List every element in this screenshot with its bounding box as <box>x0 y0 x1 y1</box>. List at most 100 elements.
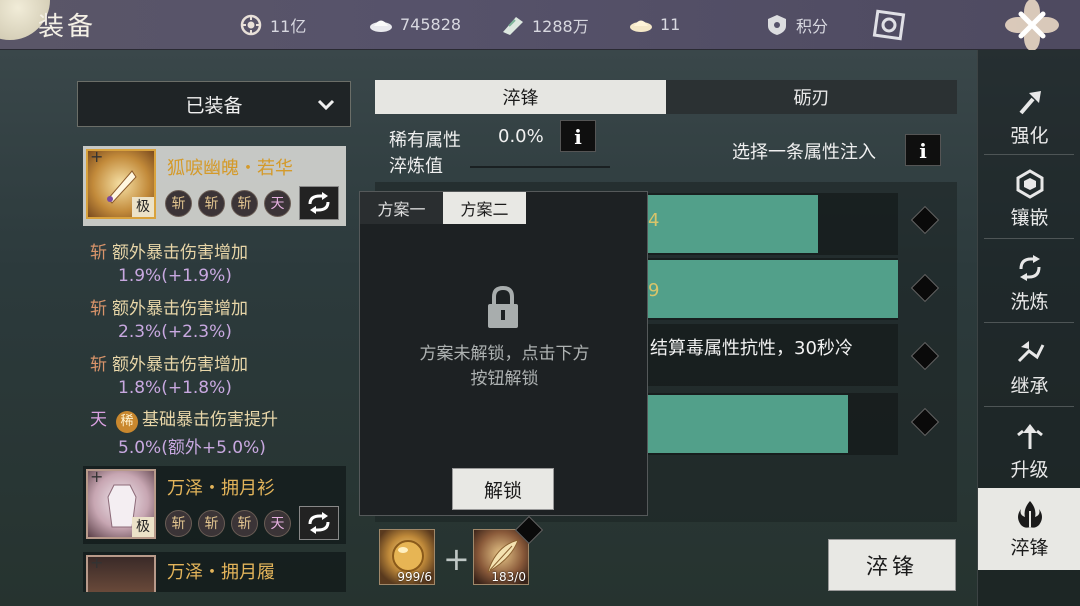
attr-bar-1 <box>648 195 818 253</box>
enhance-plus-mark: + <box>90 467 104 486</box>
badge-tian: 天 <box>264 510 291 537</box>
locked-message-line-2: 按钮解锁 <box>470 369 539 389</box>
points-button[interactable]: 积分 <box>764 13 828 37</box>
resource-silver: 745828 <box>368 13 461 35</box>
badge-zhan: 斩 <box>198 510 225 537</box>
scheme-tabs: 方案一 方案二 <box>360 192 526 224</box>
select-attr-hint: 选择一条属性注入 <box>732 142 876 163</box>
swap-button[interactable] <box>299 506 339 540</box>
equipment-filter-dropdown[interactable]: 已装备 <box>77 81 351 127</box>
stat-tag: 天 <box>90 410 107 430</box>
equipment-item[interactable]: + 万泽・拥月履 <box>83 552 346 592</box>
item-badges: 斩 斩 斩 天 <box>165 510 291 537</box>
rare-marker-icon: 稀 <box>116 411 138 433</box>
tab-scheme-1[interactable]: 方案一 <box>360 192 443 224</box>
locked-message-line-1: 方案未解锁，点击下方 <box>419 344 590 364</box>
refine-value: 0.0% <box>498 126 544 147</box>
attr-bar-4 <box>648 395 848 453</box>
chevron-down-icon <box>317 99 335 111</box>
flame-icon <box>1017 500 1042 528</box>
sidebar-divider <box>984 322 1074 323</box>
stat-value-2: 2.3%(+2.3%) <box>118 322 232 342</box>
rare-info-button[interactable]: i <box>560 120 596 152</box>
sidebar-divider <box>984 238 1074 239</box>
badge-zhan: 斩 <box>165 510 192 537</box>
item-name: 狐唳幽魄・若华 <box>167 158 293 179</box>
locked-message: 方案未解锁，点击下方 按钮解锁 <box>360 342 649 392</box>
plus-icon: + <box>443 540 470 578</box>
gold-orb-icon <box>392 540 424 572</box>
coin-gear-icon <box>240 14 262 36</box>
item-thumbnail: + 极 <box>86 147 156 219</box>
points-label: 积分 <box>796 17 829 36</box>
sidebar-item-strengthen[interactable]: 强化 <box>978 76 1080 158</box>
resource-silver-value: 745828 <box>400 14 462 34</box>
stat-value-1: 1.9%(+1.9%) <box>118 266 232 286</box>
badge-zhan: 斩 <box>231 190 258 217</box>
stat-label: 额外暴击伤害增加 <box>112 299 248 319</box>
resource-coins: 11亿 <box>238 13 306 37</box>
stat-value-3: 1.8%(+1.8%) <box>118 378 232 398</box>
equipment-item[interactable]: + 极 万泽・拥月衫 斩 斩 斩 天 <box>83 466 346 544</box>
stat-line-4: 天稀基础暴击伤害提升 <box>90 405 278 433</box>
sidebar-item-label: 镶嵌 <box>1010 206 1049 229</box>
stat-label: 额外暴击伤害增加 <box>112 243 248 263</box>
item-name: 万泽・拥月衫 <box>167 478 275 499</box>
sidebar-item-label: 强化 <box>1010 124 1049 147</box>
enhance-plus-mark: + <box>90 553 104 572</box>
sidebar-item-inherit[interactable]: 继承 <box>978 326 1080 408</box>
stat-label: 额外暴击伤害增加 <box>112 355 248 375</box>
stat-tag: 斩 <box>90 355 107 375</box>
stat-label: 基础暴击伤害提升 <box>142 410 278 430</box>
swap-button[interactable] <box>299 186 339 220</box>
stat-value-4: 5.0%(额外+5.0%) <box>118 438 266 458</box>
sidebar-item-label: 继承 <box>1010 374 1049 397</box>
close-button[interactable] <box>1004 0 1060 50</box>
settings-gear-icon[interactable] <box>872 9 906 41</box>
sidebar-item-cuifeng[interactable]: 淬锋 <box>978 488 1080 570</box>
gem-icon <box>1016 168 1043 199</box>
attr-bar-2 <box>648 260 898 318</box>
badge-zhan: 斩 <box>198 190 225 217</box>
stat-line-2: 斩额外暴击伤害增加 <box>90 294 248 319</box>
silver-ingot-icon <box>370 20 392 32</box>
grade-badge: 极 <box>132 197 154 217</box>
item-name: 万泽・拥月履 <box>167 562 275 583</box>
cuifeng-confirm-button[interactable]: 淬锋 <box>828 539 956 591</box>
select-info-button[interactable]: i <box>905 134 941 166</box>
stat-tag: 斩 <box>90 299 107 319</box>
swap-arrows-icon <box>308 192 330 214</box>
item-thumbnail: + 极 <box>86 467 156 539</box>
stat-line-3: 斩额外暴击伤害增加 <box>90 350 248 375</box>
refine-tabs: 淬锋 砺刃 <box>375 80 957 114</box>
material-count-2: 183/0 <box>491 570 526 584</box>
grade-badge: 极 <box>132 517 154 537</box>
tab-liren[interactable]: 砺刃 <box>666 80 957 114</box>
sidebar-item-label: 升级 <box>1010 458 1049 481</box>
badge-tian: 天 <box>264 190 291 217</box>
top-bar: 装备 11亿 745828 1288万 11 积分 <box>0 0 1080 50</box>
shield-points-icon <box>768 15 786 35</box>
resource-jade-value: 1288万 <box>532 17 589 36</box>
swap-arrows-icon <box>308 512 330 534</box>
attr-text-1: 4 <box>648 210 660 231</box>
item-badges: 斩 斩 斩 天 <box>165 190 291 217</box>
sidebar-item-inlay[interactable]: 镶嵌 <box>978 158 1080 240</box>
sidebar-item-reforge[interactable]: 洗炼 <box>978 242 1080 324</box>
sidebar-item-upgrade[interactable]: 升级 <box>978 410 1080 492</box>
lock-icon <box>488 285 518 328</box>
jade-ticket-icon <box>503 17 523 35</box>
tab-cuifeng[interactable]: 淬锋 <box>375 80 666 114</box>
scheme-popup: 方案一 方案二 方案未解锁，点击下方 按钮解锁 解锁 <box>359 191 648 516</box>
resource-coins-value: 11亿 <box>270 17 307 36</box>
unlock-button[interactable]: 解锁 <box>452 468 554 510</box>
sidebar-divider <box>984 154 1074 155</box>
material-slot-1[interactable]: 999/6 <box>379 529 435 585</box>
refine-value-label: 淬炼值 <box>389 156 443 177</box>
sidebar-divider <box>984 406 1074 407</box>
material-slot-2[interactable]: 183/0 <box>473 529 529 585</box>
tab-scheme-2[interactable]: 方案二 <box>443 192 526 224</box>
badge-zhan: 斩 <box>165 190 192 217</box>
equipment-item-selected[interactable]: + 极 狐唳幽魄・若华 斩 斩 斩 天 <box>83 146 346 226</box>
enhance-plus-mark: + <box>90 147 104 166</box>
